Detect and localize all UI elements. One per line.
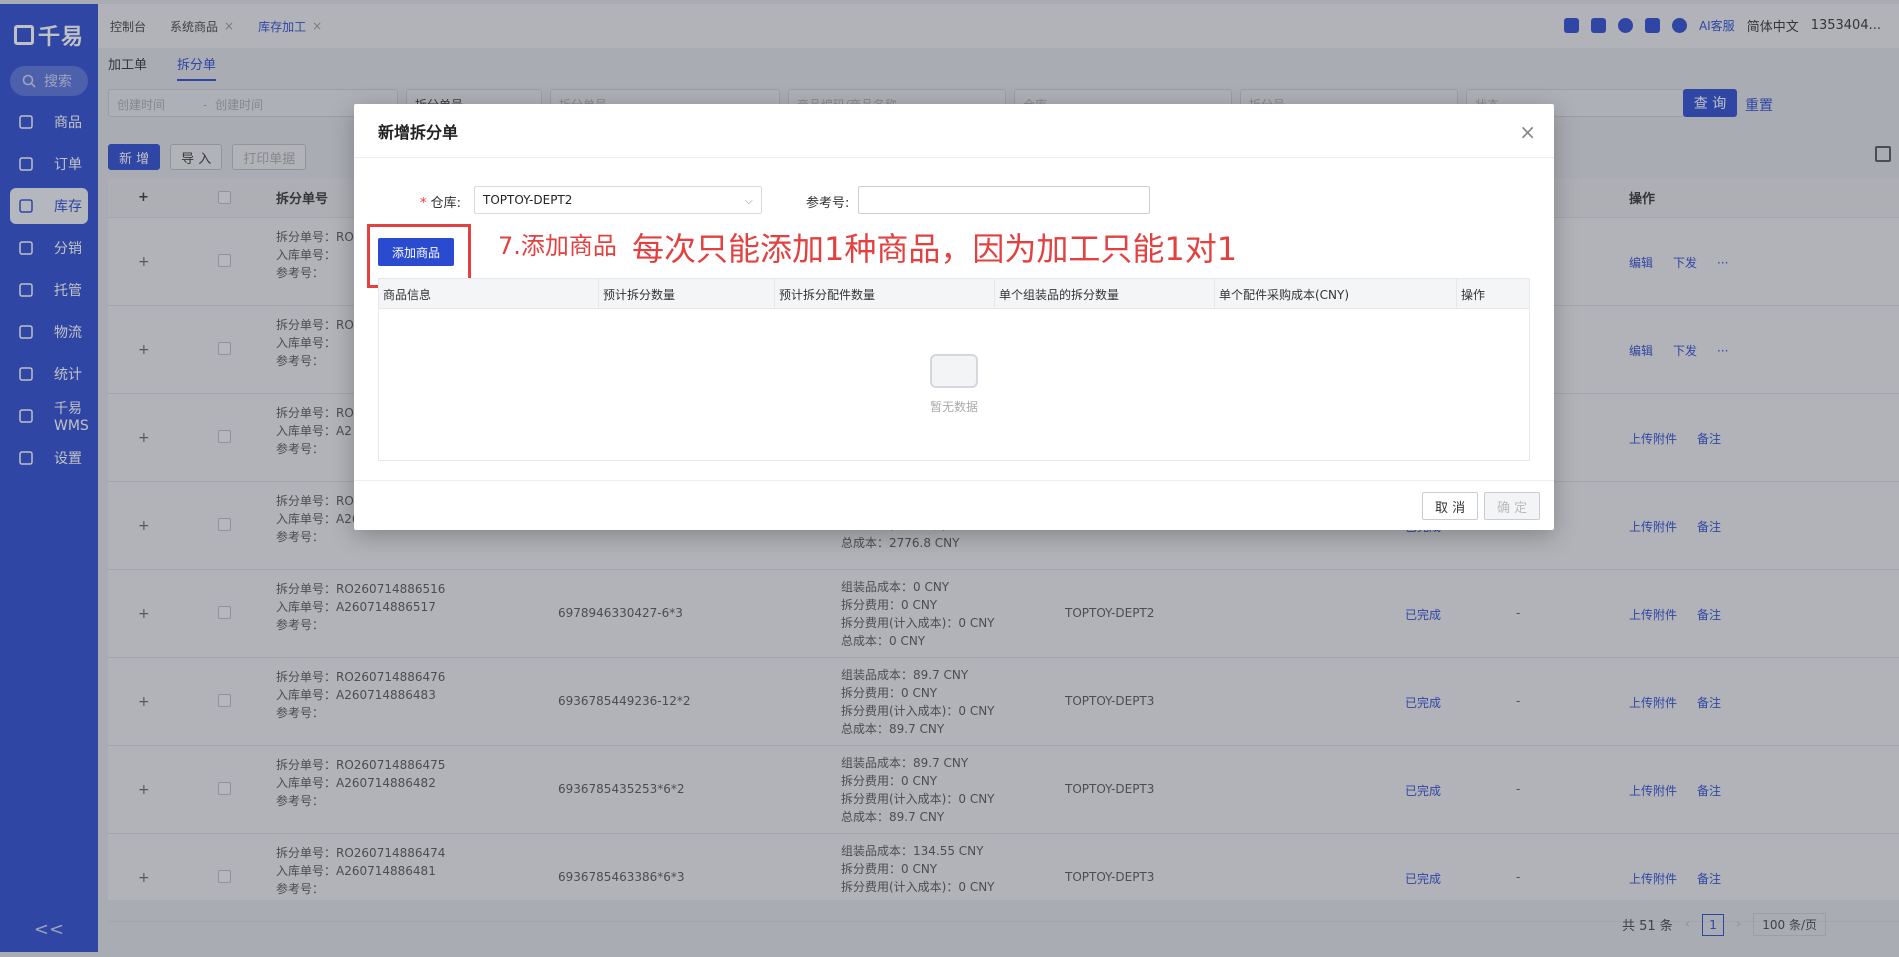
chevron-down-icon: ⌵ xyxy=(744,194,753,207)
confirm-button[interactable]: 确 定 xyxy=(1484,492,1541,520)
empty-state: 暂无数据 xyxy=(379,309,1529,459)
product-table: 商品信息 预计拆分数量 预计拆分配件数量 单个组装品的拆分数量 单个配件采购成本… xyxy=(378,278,1530,461)
col-split-qty-per-assembly: 单个组装品的拆分数量 xyxy=(995,279,1215,309)
empty-inbox-icon xyxy=(930,353,978,388)
app-root: 千易 搜索 商品 订单 库存 分销 托管 物流 统计 千易WMS 设置 << 控制台 系统商品 ×… xyxy=(0,0,1899,957)
add-product-button[interactable]: 添加商品 xyxy=(378,238,454,266)
col-actions: 操作 xyxy=(1461,288,1486,302)
form-row: * 仓库: TOPTOY-DEPT2 ⌵ 参考号: xyxy=(354,186,1554,214)
col-expected-qty: 预计拆分数量 xyxy=(599,279,775,309)
col-expected-parts-qty: 预计拆分配件数量 xyxy=(775,279,995,309)
warehouse-select[interactable]: TOPTOY-DEPT2 ⌵ xyxy=(474,186,762,214)
dialog-title: 新增拆分单 xyxy=(354,104,1554,158)
annotation-step-label: 7.添加商品 xyxy=(498,232,617,260)
new-split-order-dialog: 新增拆分单 × * 仓库: TOPTOY-DEPT2 ⌵ 参考号: 添加商品 7.… xyxy=(354,104,1554,530)
reference-input[interactable] xyxy=(858,186,1150,214)
dialog-footer: 取 消 确 定 xyxy=(354,480,1554,530)
col-part-cost: 单个配件采购成本(CNY) xyxy=(1215,279,1457,309)
close-icon[interactable]: × xyxy=(1519,120,1536,144)
warehouse-label: * 仓库: xyxy=(420,196,462,211)
annotation-note: 每次只能添加1种商品，因为加工只能1对1 xyxy=(632,230,1238,268)
reference-label: 参考号: xyxy=(806,196,850,211)
col-product-info: 商品信息 xyxy=(379,279,599,309)
cancel-button[interactable]: 取 消 xyxy=(1422,492,1479,520)
product-table-header: 商品信息 预计拆分数量 预计拆分配件数量 单个组装品的拆分数量 单个配件采购成本… xyxy=(379,279,1529,309)
